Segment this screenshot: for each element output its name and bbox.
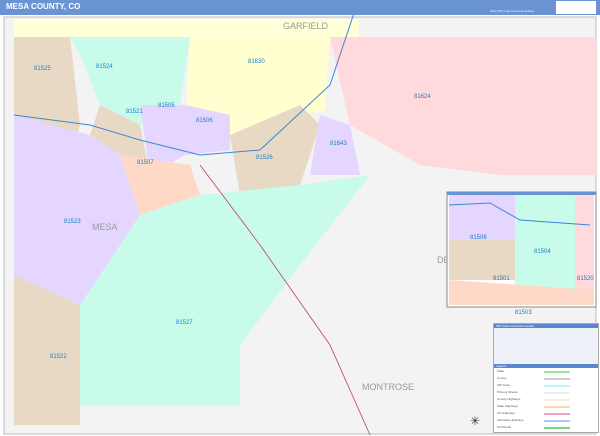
zip-label: 81526 bbox=[256, 155, 273, 161]
zip-label: 81520 bbox=[577, 276, 594, 282]
zip-label: 81506 bbox=[196, 118, 213, 124]
zip-label: 81624 bbox=[414, 94, 431, 100]
zip-label: 81507 bbox=[137, 160, 154, 166]
header-bar: MESA COUNTY, CO 2022 ZIP Code ColorCast … bbox=[0, 0, 600, 15]
legend-item: State Highways bbox=[494, 403, 598, 410]
legend-panel: ZIP Code Index/Grid Locator Legend State… bbox=[493, 323, 599, 433]
map-title: MESA COUNTY, CO bbox=[6, 2, 81, 11]
county-label: MESA bbox=[92, 222, 118, 232]
county-label: MONTROSE bbox=[362, 382, 414, 392]
legend-item: US Highways bbox=[494, 410, 598, 417]
compass-rose-icon: ✳ bbox=[470, 414, 480, 428]
zip-index-table bbox=[494, 328, 598, 364]
zip-label: 81523 bbox=[64, 219, 81, 225]
zip-label: 81501 bbox=[493, 276, 510, 282]
legend-item: Interstate Highways bbox=[494, 417, 598, 424]
legend-item: ZIP Code bbox=[494, 382, 598, 389]
publisher-logo bbox=[556, 1, 596, 14]
inset-map: 81506 81504 81501 81520 81503 bbox=[446, 191, 597, 316]
zip-label: 81525 bbox=[34, 66, 51, 72]
legend-item: County Highways bbox=[494, 396, 598, 403]
zip-label: 81505 bbox=[158, 103, 175, 109]
edition-label: 2022 ZIP Code ColorCast Edition bbox=[490, 9, 535, 13]
zip-label: 81630 bbox=[248, 59, 265, 65]
zip-label: 81503 bbox=[515, 310, 532, 316]
legend-item: Primary Streets bbox=[494, 389, 598, 396]
legend-item: County bbox=[494, 375, 598, 382]
county-label: GARFIELD bbox=[283, 21, 329, 31]
zip-label: 81506 bbox=[470, 235, 487, 241]
zip-label: 81521 bbox=[126, 109, 143, 115]
zip-label: 81527 bbox=[176, 320, 193, 326]
zip-label: 81504 bbox=[534, 249, 551, 255]
legend-item: Toll Roads bbox=[494, 424, 598, 431]
zip-label: 81643 bbox=[330, 141, 347, 147]
legend-item: State bbox=[494, 368, 598, 375]
zip-label: 81522 bbox=[50, 354, 67, 360]
zip-label: 81524 bbox=[96, 64, 113, 70]
